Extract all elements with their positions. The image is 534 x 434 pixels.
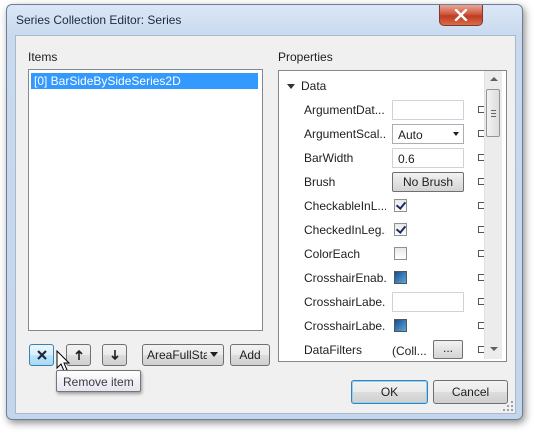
color-swatch-icon[interactable]	[394, 319, 407, 332]
property-name: CheckableInL...	[304, 199, 386, 213]
category-data[interactable]: Data	[287, 79, 326, 93]
scroll-down-icon[interactable]	[490, 347, 498, 351]
remove-item-button[interactable]	[29, 344, 54, 366]
dialog-window: Series Collection Editor: Series Items P…	[6, 4, 523, 420]
tooltip-text: Remove item	[63, 375, 134, 389]
move-down-button[interactable]	[102, 344, 127, 366]
scroll-up-icon[interactable]	[490, 77, 498, 81]
property-value: Auto	[398, 128, 423, 142]
property-value-cell	[392, 244, 464, 264]
scroll-thumb[interactable]	[486, 89, 500, 137]
list-item[interactable]: [0] BarSideBySideSeries2D	[31, 73, 258, 89]
property-value-cell	[392, 196, 464, 216]
close-icon	[454, 9, 468, 21]
items-label: Items	[28, 50, 58, 64]
arrow-up-icon	[74, 350, 83, 360]
add-button-label: Add	[239, 348, 261, 362]
property-name: DataFilters	[304, 343, 363, 357]
series-type-select-value: AreaFullSta	[147, 348, 207, 362]
property-value-field[interactable]	[392, 100, 464, 120]
property-value: 0.6	[398, 152, 415, 166]
grip-line	[491, 116, 496, 117]
cancel-button[interactable]: Cancel	[433, 380, 508, 404]
vertical-scrollbar[interactable]	[484, 71, 502, 359]
property-value-cell: (Coll... ...	[392, 340, 464, 360]
property-grid[interactable]: Data ArgumentDat... ArgumentScal... Auto…	[278, 70, 507, 362]
ellipsis-button[interactable]: ...	[433, 340, 463, 359]
dialog-client-area: Items Properties [0] BarSideBySideSeries…	[15, 35, 516, 414]
property-name: ArgumentScal...	[304, 127, 386, 141]
property-row[interactable]: BarWidth 0.6	[279, 147, 485, 171]
property-row[interactable]: DataFilters (Coll... ...	[279, 339, 485, 361]
ok-button[interactable]: OK	[351, 380, 428, 404]
grip-line	[491, 110, 496, 111]
property-row[interactable]: CrosshairLabe...	[279, 291, 485, 315]
property-name: ArgumentDat...	[304, 103, 385, 117]
property-name: CrosshairLabe...	[304, 319, 386, 333]
property-value-cell	[392, 316, 464, 336]
property-value-combo[interactable]: Auto	[392, 124, 464, 144]
property-name: CrosshairEnab...	[304, 271, 386, 285]
checkbox[interactable]	[394, 223, 407, 236]
chevron-down-icon	[210, 352, 218, 357]
brush-button[interactable]: No Brush	[392, 172, 464, 192]
property-value-cell	[392, 268, 464, 288]
property-value-field[interactable]: 0.6	[392, 148, 464, 168]
add-button[interactable]: Add	[230, 344, 270, 366]
window-title: Series Collection Editor: Series	[16, 13, 182, 27]
property-name: CrosshairLabe...	[304, 295, 386, 309]
property-name: ColorEach	[304, 247, 361, 261]
expand-triangle-icon[interactable]	[287, 84, 295, 90]
close-x-icon	[36, 350, 47, 360]
property-value: (Coll...	[392, 344, 427, 358]
close-window-button[interactable]	[439, 5, 483, 26]
properties-label: Properties	[278, 50, 333, 64]
grip-line	[491, 113, 496, 114]
property-name: CheckedInLeg...	[304, 223, 386, 237]
items-list[interactable]: [0] BarSideBySideSeries2D	[28, 69, 263, 331]
property-row[interactable]: Brush No Brush	[279, 171, 485, 195]
property-value-cell	[392, 220, 464, 240]
property-row[interactable]: ColorEach	[279, 243, 485, 267]
property-value-field[interactable]	[392, 292, 464, 312]
checkbox[interactable]	[394, 199, 407, 212]
resize-grip-icon[interactable]	[503, 401, 513, 411]
property-row[interactable]: ArgumentDat...	[279, 99, 485, 123]
property-row[interactable]: CrosshairLabe...	[279, 315, 485, 339]
chevron-down-icon	[453, 132, 459, 136]
category-label: Data	[301, 79, 327, 93]
checkbox[interactable]	[394, 247, 407, 260]
property-row[interactable]: CrosshairEnab...	[279, 267, 485, 291]
property-row[interactable]: CheckableInL...	[279, 195, 485, 219]
property-name: BarWidth	[304, 151, 354, 165]
series-type-select[interactable]: AreaFullSta	[142, 344, 224, 366]
property-name: Brush	[304, 175, 336, 189]
property-row[interactable]: CheckedInLeg...	[279, 219, 485, 243]
tooltip: Remove item	[56, 370, 141, 392]
arrow-down-icon	[110, 350, 119, 360]
property-row[interactable]: ArgumentScal... Auto	[279, 123, 485, 147]
color-swatch-icon[interactable]	[394, 271, 407, 284]
